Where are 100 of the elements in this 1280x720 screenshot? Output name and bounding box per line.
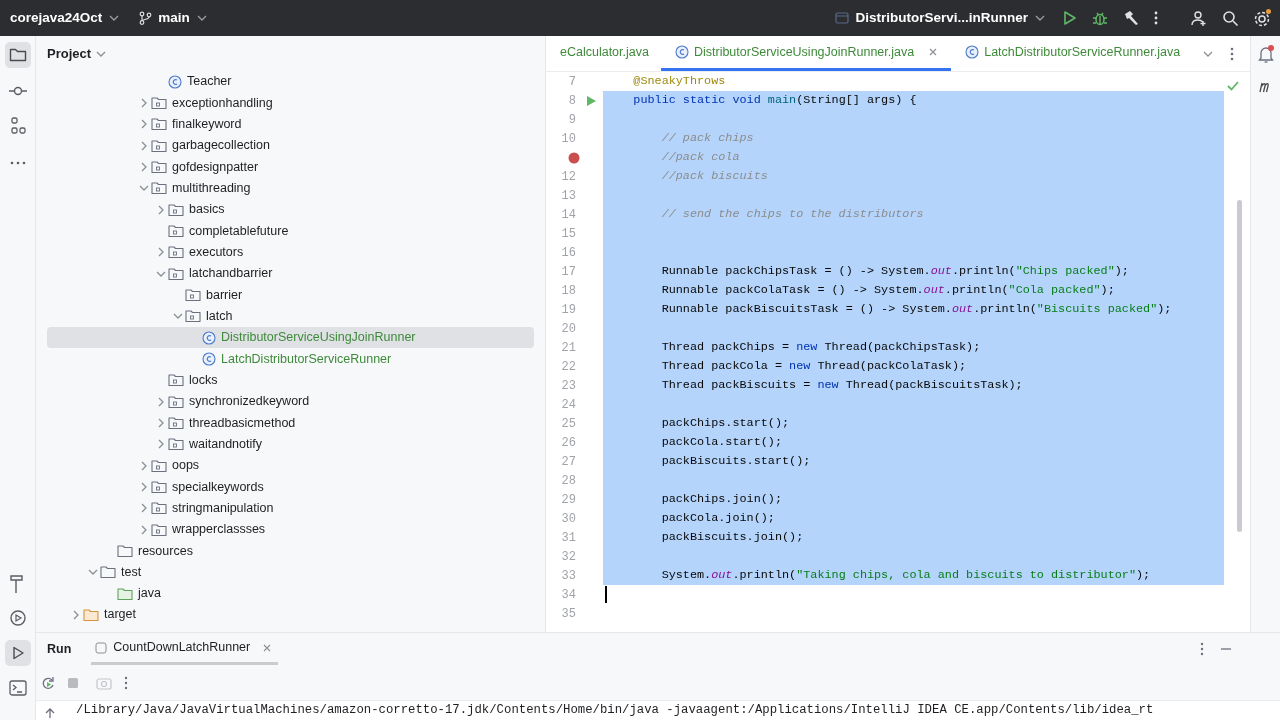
run-tool-button[interactable]	[4, 640, 31, 666]
stop-icon[interactable]	[67, 676, 79, 689]
tree-item[interactable]: barrier	[47, 284, 534, 306]
line-number: 9	[567, 111, 576, 129]
package-folder-icon	[151, 116, 167, 133]
line-number: 34	[560, 586, 576, 604]
tree-item[interactable]: synchronizedkeyword	[47, 390, 534, 413]
line-number: 7	[567, 73, 576, 91]
package-folder-icon	[168, 372, 184, 389]
tree-item[interactable]: gofdesignpatter	[47, 156, 534, 178]
tree-item[interactable]: waitandnotify	[47, 433, 534, 455]
tree-item[interactable]: java	[47, 582, 534, 605]
line-number: 12	[560, 168, 576, 186]
scrollbar-thumb[interactable]	[1237, 200, 1242, 532]
line-number: 23	[560, 377, 576, 395]
more-icon[interactable]	[1153, 9, 1159, 27]
line-number: 33	[560, 567, 576, 585]
tree-item[interactable]: latchandbarrier	[47, 262, 534, 285]
line-number: 18	[560, 282, 576, 300]
hammer-icon[interactable]	[1122, 9, 1140, 27]
tree-item[interactable]: wrapperclassses	[47, 518, 534, 541]
branch-icon	[138, 11, 153, 25]
tree-item[interactable]: finalkeyword	[47, 113, 534, 135]
folder-icon	[8, 47, 27, 63]
bell-icon[interactable]	[1256, 44, 1275, 64]
line-number: 27	[560, 453, 576, 471]
settings-icon[interactable]	[1252, 8, 1272, 28]
package-folder-icon	[168, 222, 184, 239]
class-icon	[202, 330, 216, 345]
search-icon[interactable]	[1221, 9, 1239, 27]
tree-item[interactable]: LatchDistributorServiceRunner	[47, 348, 534, 370]
run-icon[interactable]	[585, 94, 597, 107]
tree-item[interactable]: executors	[47, 241, 534, 263]
run-tab[interactable]: CountDownLatchRunner	[91, 633, 279, 665]
line-number: 13	[560, 187, 576, 205]
package-folder-icon	[151, 180, 167, 197]
console-output: /Library/Java/JavaVirtualMachines/amazon-corretto-17.jdk/Contents/Home/bin/java -javaagent:/Applications/IntelliJ IDEA CE.app/Contents/lib/idea_rt	[76, 702, 1154, 719]
folder-icon	[117, 585, 133, 602]
line-number: 19	[560, 301, 576, 319]
line-number: 29	[560, 491, 576, 509]
code-line: @SneakyThrows	[632, 72, 727, 90]
tree-item[interactable]: threadbasicmethod	[47, 412, 534, 434]
tree-item[interactable]: oops	[47, 454, 534, 477]
package-folder-icon	[151, 457, 167, 474]
close-icon[interactable]	[262, 642, 273, 653]
line-number: 10	[560, 130, 576, 148]
line-number: 35	[560, 605, 576, 623]
tree-item[interactable]: stringmanipulation	[47, 497, 534, 519]
class-icon	[674, 45, 689, 59]
editor-tab[interactable]: eCalculator.java	[546, 36, 661, 71]
project-tool-button[interactable]	[4, 42, 31, 68]
tree-item[interactable]: exceptionhandling	[47, 92, 534, 114]
package-folder-icon	[151, 478, 167, 495]
folder-icon	[117, 542, 133, 559]
branch-selector[interactable]: main	[138, 7, 208, 29]
editor-tab[interactable]: LatchDistributorServiceRunner.java	[951, 36, 1193, 71]
folder-icon	[100, 564, 116, 581]
class-icon	[202, 351, 216, 366]
window-icon	[835, 11, 850, 25]
tree-item[interactable]: test	[47, 561, 534, 583]
more-icon[interactable]	[1230, 46, 1234, 61]
line-number: 28	[560, 472, 576, 490]
editor-tab[interactable]: DistributorServiceUsingJoinRunner.java	[660, 36, 952, 71]
tree-item[interactable]: multithreading	[47, 177, 534, 199]
package-folder-icon	[151, 95, 167, 111]
tree-item[interactable]: completablefuture	[47, 220, 534, 242]
package-folder-icon	[168, 393, 184, 410]
package-folder-icon	[168, 414, 184, 431]
line-number: 15	[560, 225, 576, 243]
workspace-dropdown[interactable]: corejava24Oct	[10, 7, 121, 29]
add-user-icon[interactable]	[1190, 9, 1208, 27]
package-folder-icon	[151, 521, 167, 538]
tree-item[interactable]: resources	[47, 540, 534, 562]
line-number: 22	[560, 358, 576, 376]
package-folder-icon	[168, 244, 184, 261]
line-number: 8	[567, 92, 576, 110]
line-number: 31	[560, 529, 576, 547]
rerun-icon[interactable]	[41, 675, 55, 690]
package-folder-icon	[185, 286, 201, 303]
up-arrow-icon[interactable]	[44, 707, 56, 719]
tree-item[interactable]: Teacher	[47, 71, 534, 93]
panel-title-dropdown[interactable]: Project	[47, 43, 108, 64]
line-number: 21	[560, 339, 576, 357]
tree-item[interactable]: target	[47, 604, 534, 626]
tree-item[interactable]: specialkeywords	[47, 476, 534, 498]
tree-item[interactable]: basics	[47, 198, 534, 221]
line-number: 16	[560, 244, 576, 262]
line-number: 30	[560, 510, 576, 528]
run-configuration-selector[interactable]: DistributorServi...inRunner	[835, 7, 1046, 29]
tree-item[interactable]: latch	[47, 305, 534, 327]
breakpoint-icon[interactable]	[568, 151, 580, 164]
tree-item[interactable]: garbagecollection	[47, 135, 534, 157]
package-folder-icon	[168, 201, 184, 218]
package-folder-icon	[185, 308, 201, 325]
line-number: 17	[560, 263, 576, 281]
folder-icon	[83, 606, 99, 623]
tree-item[interactable]: locks	[47, 369, 534, 391]
line-number: 32	[560, 548, 576, 566]
package-folder-icon	[168, 265, 184, 282]
line-number: 26	[560, 434, 576, 452]
